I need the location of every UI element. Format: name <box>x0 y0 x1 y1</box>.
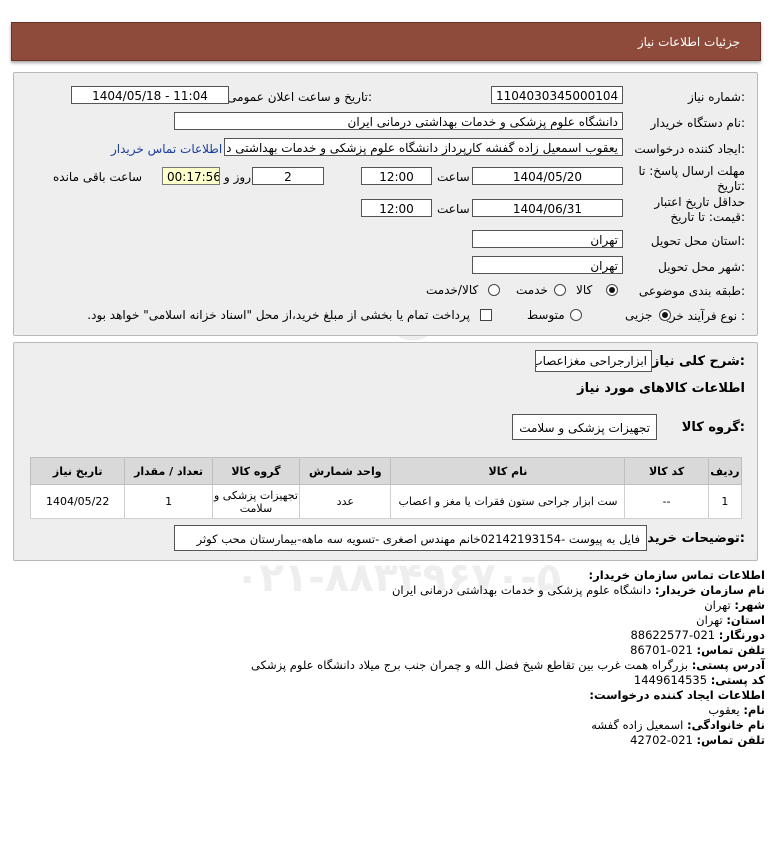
cell-unit: عدد <box>299 484 392 519</box>
goods-group-field: تجهیزات پزشکی و سلامت <box>512 414 657 440</box>
contact-info-block: اطلاعات تماس سازمان خریدار: نام سازمان خ… <box>0 566 770 747</box>
deadline-label-line2: تاریخ: <box>717 179 745 193</box>
validity-label-line1: حداقل تاریخ اعتبار <box>654 195 745 209</box>
requester-label: ایجاد کننده درخواست: <box>634 142 745 156</box>
col-header-name: نام کالا <box>390 457 626 485</box>
goods-group-label: گروه کالا: <box>681 420 745 435</box>
deadline-label-line1: مهلت ارسال پاسخ: تا <box>638 164 745 178</box>
cell-code: -- <box>624 484 709 519</box>
cell-row: 1 <box>707 484 743 519</box>
general-description-field: ابزارجراحی مغزاعصاب <box>535 350 652 372</box>
page-title-bar: جزئیات اطلاعات نیاز <box>11 22 761 61</box>
cell-date: 1404/05/22 <box>29 484 126 519</box>
need-number-label: شماره نیاز: <box>687 90 745 104</box>
category-radio-service[interactable] <box>554 284 566 296</box>
general-description-label: شرح کلی نیاز: <box>651 354 745 369</box>
page-title: جزئیات اطلاعات نیاز <box>637 35 740 49</box>
col-header-row: ردیف <box>707 457 743 485</box>
requester-field: یعقوب اسمعیل زاده گفشه کارپرداز دانشگاه … <box>224 138 623 156</box>
buyer-notes-label: توضیحات خریدار: <box>635 531 745 546</box>
first-name-line: نام: یعقوب <box>708 703 765 717</box>
deadline-date-field: 1404/05/20 <box>472 167 623 185</box>
delivery-province-field: تهران <box>472 230 623 248</box>
category-option-service: خدمت <box>516 283 548 297</box>
col-header-group: گروه کالا <box>211 457 301 485</box>
buyer-name-line: نام سازمان خریدار: دانشگاه علوم پزشکی و … <box>391 583 765 597</box>
need-number-field: 1104030345000104 <box>491 86 623 104</box>
buyer-contact-link[interactable]: اطلاعات تماس خریدار <box>111 142 222 156</box>
creator-contact-title: اطلاعات ایجاد کننده درخواست: <box>589 688 765 702</box>
creator-phone-line: تلفن تماس: 021-42702 <box>630 733 765 747</box>
province-line: استان: تهران <box>696 613 765 627</box>
cell-group: تجهیزات پزشکی و سلامت <box>211 484 301 519</box>
category-option-goods: کالا <box>576 283 593 297</box>
col-header-unit: واحد شمارش <box>299 457 392 485</box>
announce-datetime-label: تاریخ و ساعت اعلان عمومی: <box>227 90 372 104</box>
last-name-line: نام خانوادگی: اسمعیل زاده گفشه <box>591 718 765 732</box>
table-row: 1404/05/22 1 تجهیزات پزشکی و سلامت عدد س… <box>29 484 743 519</box>
category-radio-goods-service[interactable] <box>488 284 500 296</box>
buyer-notes-field: فایل به پیوست -02142193154خانم مهندس اصغ… <box>174 525 647 551</box>
goods-info-title: اطلاعات کالاهای مورد نیاز <box>577 381 745 396</box>
validity-time-label: ساعت <box>437 202 470 216</box>
delivery-city-field: تهران <box>472 256 623 274</box>
category-option-goods-service: کالا/خدمت <box>426 283 479 297</box>
items-table: تاریخ نیاز تعداد / مقدار گروه کالا واحد … <box>29 457 743 519</box>
remaining-time-label: ساعت باقی مانده <box>53 170 143 184</box>
validity-date-field: 1404/06/31 <box>472 199 623 217</box>
need-details-panel: شماره نیاز: 1104030345000104 تاریخ و ساع… <box>13 72 758 336</box>
days-label: روز و <box>224 170 251 184</box>
category-label: طبقه بندی موضوعی: <box>638 284 745 298</box>
need-description-panel: شرح کلی نیاز: ابزارجراحی مغزاعصاب اطلاعا… <box>13 342 758 561</box>
col-header-quantity: تعداد / مقدار <box>124 457 213 485</box>
cell-name: ست ابزار جراحی ستون فقرات یا مغز و اعصاب <box>390 484 626 519</box>
items-table-header-row: تاریخ نیاز تعداد / مقدار گروه کالا واحد … <box>29 457 743 485</box>
treasury-bonds-checkbox[interactable] <box>480 309 492 321</box>
col-header-date: تاریخ نیاز <box>29 457 126 485</box>
announce-datetime-field: 1404/05/18 - 11:04 <box>71 86 229 104</box>
col-header-code: کد کالا <box>624 457 709 485</box>
postal-code-line: کد پستی: 1449614535 <box>633 673 765 687</box>
purchase-type-label: نوع فرآیند خرید : <box>660 309 745 323</box>
treasury-bonds-text: پرداخت تمام یا بخشی از مبلغ خرید،از محل … <box>87 308 470 322</box>
validity-label-line2: قیمت: تا تاریخ: <box>670 210 745 224</box>
buyer-org-label: نام دستگاه خریدار: <box>650 116 746 130</box>
deadline-time-label: ساعت <box>437 170 470 184</box>
delivery-city-label: شهر محل تحویل: <box>658 260 745 274</box>
purchase-type-radio-medium[interactable] <box>570 309 582 321</box>
address-line: آدرس پستی: بزرگراه همت غرب بین تقاطع شیخ… <box>251 658 765 672</box>
validity-time-field: 12:00 <box>361 199 432 217</box>
category-radio-goods[interactable] <box>606 284 618 296</box>
phone-line: تلفن تماس: 021-86701 <box>630 643 765 657</box>
cell-quantity: 1 <box>124 484 213 519</box>
buyer-contact-title: اطلاعات تماس سازمان خریدار: <box>588 568 765 582</box>
purchase-type-radio-minor[interactable] <box>659 309 671 321</box>
days-remaining-field: 2 <box>252 167 324 185</box>
fax-line: دورنگار: 021-88622577 <box>630 628 765 642</box>
purchase-type-option-minor: جزیی <box>625 308 653 322</box>
buyer-org-field: دانشگاه علوم پزشکی و خدمات بهداشتی درمان… <box>174 112 623 130</box>
remaining-time-field: 00:17:56 <box>162 167 220 185</box>
deadline-time-field: 12:00 <box>361 167 432 185</box>
purchase-type-option-medium: متوسط <box>527 308 565 322</box>
delivery-province-label: استان محل تحویل: <box>650 234 745 248</box>
city-line: شهر: تهران <box>704 598 765 612</box>
